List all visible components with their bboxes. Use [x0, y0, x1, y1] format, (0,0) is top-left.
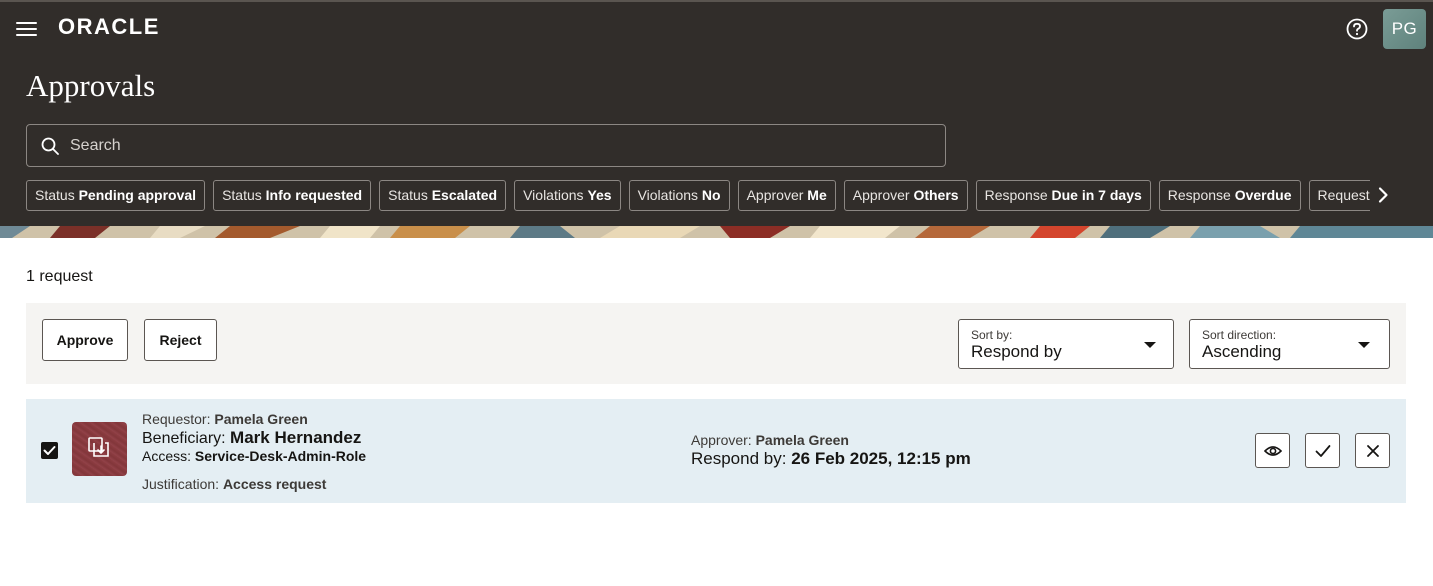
checkmark-icon: [43, 446, 56, 455]
brand-text: ORACLE: [58, 14, 160, 39]
filter-chip[interactable]: Status Pending approval: [26, 180, 206, 211]
eye-icon: [1263, 445, 1282, 456]
role-request-icon: [88, 437, 109, 457]
filter-chip[interactable]: Approver Me: [737, 180, 836, 211]
filter-chip-label: Response: [984, 187, 1048, 203]
filter-chip[interactable]: Response Overdue: [1158, 180, 1301, 211]
filter-chip[interactable]: Violations No: [628, 180, 730, 211]
approve-button[interactable]: Approve: [42, 319, 128, 361]
search-box[interactable]: [26, 124, 946, 167]
view-details-button[interactable]: [1255, 433, 1290, 468]
filter-chip-value: Others: [913, 187, 959, 203]
beneficiary-line: Beneficiary: Mark Hernandez: [142, 428, 362, 447]
filter-chip-label: Approver: [746, 187, 804, 203]
filter-chip-label: Response: [1167, 187, 1231, 203]
access-name: Service-Desk-Admin-Role: [194, 448, 367, 464]
respond-by-date: 26 Feb 2025, 12:15 pm: [791, 449, 971, 468]
decorative-banner: [0, 226, 1433, 238]
user-avatar[interactable]: PG: [1383, 9, 1426, 49]
filter-chip-label: Status: [35, 187, 75, 203]
approver-name: Pamela Green: [755, 432, 849, 448]
justification-line: Justification: Access request: [142, 476, 327, 492]
chevron-right-icon[interactable]: [1374, 186, 1392, 204]
filter-chip-label: Violations: [637, 187, 699, 203]
filter-chip-label: Status: [222, 187, 262, 203]
respond-by-line: Respond by: 26 Feb 2025, 12:15 pm: [691, 449, 971, 468]
beneficiary-name: Mark Hernandez: [230, 428, 362, 447]
filter-chip[interactable]: Requested This month: [1308, 180, 1370, 211]
menu-icon[interactable]: [16, 20, 38, 38]
app-header: ORACLE PG Approvals Status Pending appro…: [0, 0, 1433, 238]
reject-request-button[interactable]: [1355, 433, 1390, 468]
filter-chip-value: Overdue: [1234, 187, 1292, 203]
caret-down-icon: [1144, 342, 1156, 348]
request-row[interactable]: Requestor: Pamela Green Beneficiary: Mar…: [26, 399, 1406, 503]
caret-down-icon: [1358, 342, 1370, 348]
requestor-line: Requestor: Pamela Green: [142, 411, 308, 427]
filter-chip-label: Requested: [1317, 187, 1370, 203]
filter-chip[interactable]: Status Info requested: [213, 180, 372, 211]
filter-chip-value: Due in 7 days: [1051, 187, 1142, 203]
access-line: Access: Service-Desk-Admin-Role: [142, 448, 367, 464]
filter-chip-label: Violations: [523, 187, 584, 203]
sort-direction-value: Ascending: [1202, 342, 1282, 361]
sort-by-select[interactable]: Sort by: Respond by: [958, 319, 1174, 369]
justification-text: Access request: [222, 476, 327, 492]
filter-chip[interactable]: Status Escalated: [379, 180, 507, 211]
oracle-logo: ORACLE: [58, 14, 160, 39]
filter-chip-value: No: [701, 187, 721, 203]
filter-chip[interactable]: Violations Yes: [514, 180, 621, 211]
check-icon: [1315, 444, 1330, 457]
requestor-name: Pamela Green: [214, 411, 308, 427]
action-toolbar: Approve Reject Sort by: Respond by Sort …: [26, 303, 1406, 384]
search-icon: [41, 137, 59, 155]
approve-request-button[interactable]: [1305, 433, 1340, 468]
sort-direction-select[interactable]: Sort direction: Ascending: [1189, 319, 1390, 369]
results-count: 1 request: [26, 268, 93, 285]
filter-chip-label: Status: [388, 187, 428, 203]
reject-button[interactable]: Reject: [144, 319, 217, 361]
row-checkbox[interactable]: [41, 442, 58, 459]
approver-line: Approver: Pamela Green: [691, 432, 849, 448]
filter-chip[interactable]: Response Due in 7 days: [975, 180, 1151, 211]
page-title: Approvals: [26, 68, 156, 103]
filter-chip-value: Pending approval: [78, 187, 197, 203]
filter-chip-value: Escalated: [431, 187, 498, 203]
help-icon[interactable]: [1346, 18, 1368, 40]
sort-by-label: Sort by:: [971, 328, 1013, 342]
request-type-thumbnail: [72, 422, 127, 476]
sort-direction-label: Sort direction:: [1202, 328, 1277, 342]
search-input[interactable]: [70, 136, 890, 155]
approval-details: Approver: Pamela Green Respond by: 26 Fe…: [691, 432, 971, 469]
sort-by-value: Respond by: [971, 342, 1062, 361]
request-details: Requestor: Pamela Green Beneficiary: Mar…: [142, 411, 366, 492]
filter-chips: Status Pending approval Status Info reque…: [26, 180, 1370, 211]
filter-chip-value: Me: [807, 187, 827, 203]
filter-chip[interactable]: Approver Others: [843, 180, 968, 211]
filter-chip-value: Info requested: [265, 187, 363, 203]
filter-chip-value: Yes: [587, 187, 612, 203]
filter-chip-label: Approver: [852, 187, 910, 203]
close-icon: [1366, 444, 1379, 457]
